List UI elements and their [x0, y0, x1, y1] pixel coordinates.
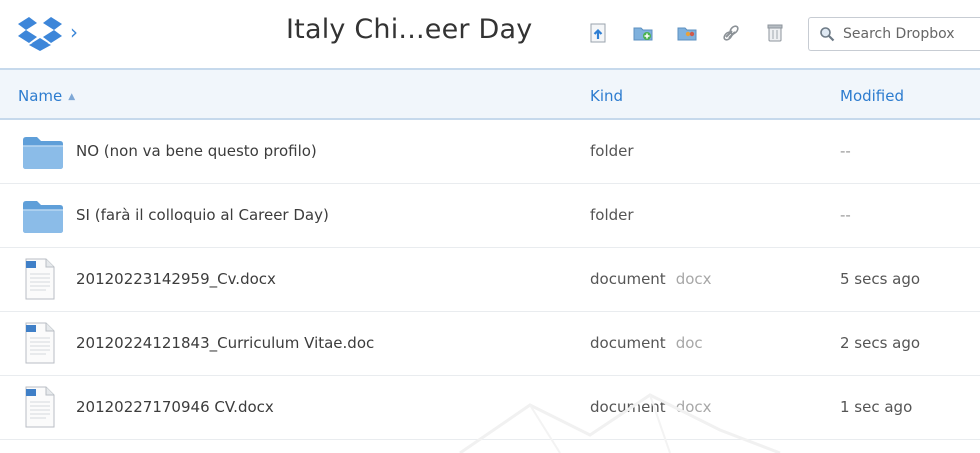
file-name[interactable]: NO (non va bene questo profilo) [76, 142, 317, 160]
word-document-icon [25, 386, 55, 428]
word-document-icon [25, 322, 55, 364]
file-extension: doc [675, 334, 703, 352]
kind-label: folder [590, 142, 634, 160]
kind-label: document [590, 334, 666, 352]
file-kind: document docx [590, 270, 712, 288]
word-document-icon [25, 258, 55, 300]
deleted-files-icon[interactable] [764, 22, 786, 44]
column-name-label: Name [18, 87, 63, 105]
file-row-folder-no[interactable]: NO (non va bene questo profilo) folder -… [0, 120, 980, 184]
upload-icon[interactable] [588, 22, 610, 44]
search-input[interactable] [843, 23, 979, 45]
file-kind: folder [590, 142, 634, 160]
folder-icon [23, 137, 63, 169]
file-modified: 5 secs ago [840, 270, 921, 288]
column-header-name[interactable]: Name ▲ [18, 87, 75, 105]
file-name[interactable]: 20120227170946 CV.docx [76, 398, 274, 416]
top-bar: › Italy Chi...eer Day [0, 0, 980, 68]
file-kind: document doc [590, 334, 703, 352]
file-name[interactable]: SI (farà il colloquio al Career Day) [76, 206, 329, 224]
file-kind: folder [590, 206, 634, 224]
file-modified: -- [840, 206, 851, 224]
kind-label: folder [590, 206, 634, 224]
column-header-row: Name ▲ Kind Modified [0, 68, 980, 120]
sort-ascending-icon: ▲ [68, 92, 76, 102]
dropbox-watermark-icon [459, 393, 781, 453]
get-link-icon[interactable] [720, 22, 742, 44]
file-extension: docx [675, 270, 712, 288]
file-name[interactable]: 20120223142959_Cv.docx [76, 270, 276, 288]
file-row-document[interactable]: 20120224121843_Curriculum Vitae.doc docu… [0, 312, 980, 376]
file-row-document[interactable]: 20120223142959_Cv.docx document docx 5 se… [0, 248, 980, 312]
search-box[interactable] [808, 17, 980, 51]
folder-icon [23, 201, 63, 233]
page-title: Italy Chi...eer Day [286, 14, 533, 45]
kind-label: document [590, 270, 666, 288]
breadcrumb-chevron-icon[interactable]: › [70, 20, 78, 44]
file-row-folder-si[interactable]: SI (farà il colloquio al Career Day) fol… [0, 184, 980, 248]
file-modified: 1 sec ago [840, 398, 913, 416]
file-modified: -- [840, 142, 851, 160]
file-name[interactable]: 20120224121843_Curriculum Vitae.doc [76, 334, 374, 352]
new-folder-icon[interactable] [632, 22, 654, 44]
dropbox-logo-icon[interactable] [18, 16, 62, 52]
file-modified: 2 secs ago [840, 334, 921, 352]
column-header-modified[interactable]: Modified [840, 87, 904, 105]
column-header-kind[interactable]: Kind [590, 87, 623, 105]
search-icon [820, 27, 835, 42]
new-shared-folder-icon[interactable] [676, 22, 698, 44]
